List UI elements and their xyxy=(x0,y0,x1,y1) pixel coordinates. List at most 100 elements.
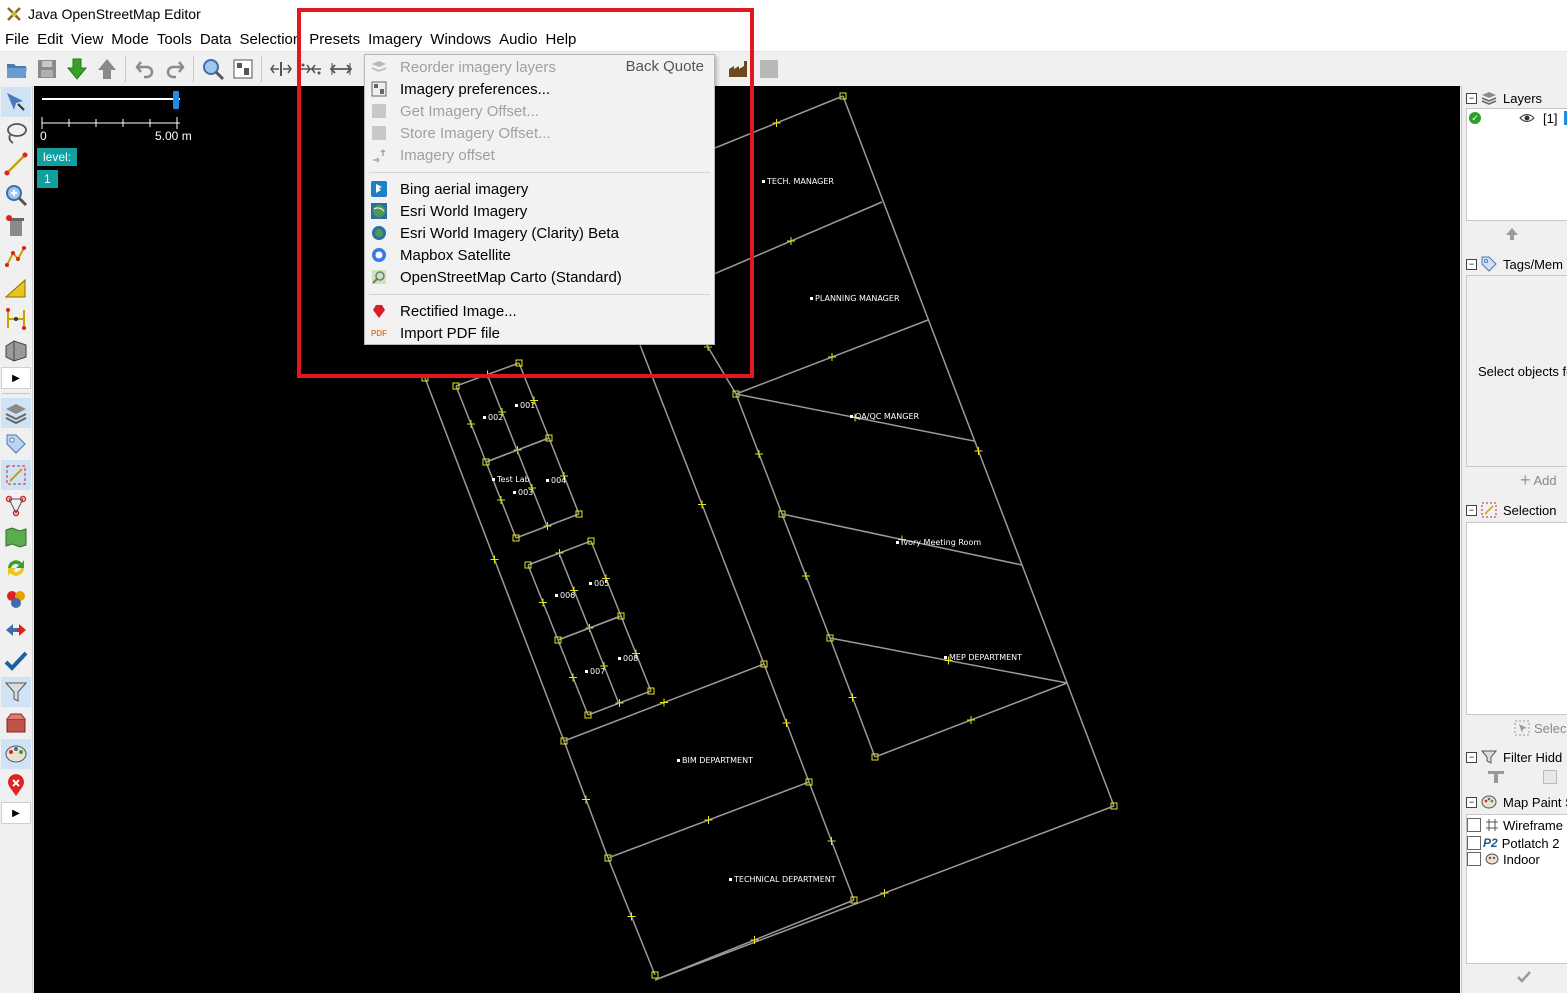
virtual-node-marker[interactable] xyxy=(497,496,505,504)
virtual-node-marker[interactable] xyxy=(772,119,781,127)
layers-toggle-icon[interactable] xyxy=(1,398,31,428)
preset-placeholder-icon[interactable] xyxy=(754,54,784,84)
save-icon[interactable] xyxy=(32,54,62,84)
validation-toggle-icon[interactable] xyxy=(1,646,31,676)
filter-panel-header[interactable]: − Filter Hidd xyxy=(1466,747,1562,767)
collapse-icon[interactable]: − xyxy=(1466,751,1477,763)
improve-way-icon[interactable] xyxy=(1,304,31,334)
room-label: BIM DEPARTMENT xyxy=(677,756,753,765)
virtual-node-marker[interactable] xyxy=(627,912,636,921)
relation-list-toggle-icon[interactable] xyxy=(1,491,31,521)
menu-edit[interactable]: Edit xyxy=(34,28,68,52)
lasso-icon[interactable] xyxy=(1,118,31,148)
layer-visibility-eye-icon[interactable] xyxy=(1519,111,1535,128)
map-paint-toggle-icon[interactable] xyxy=(1,739,31,769)
layers-panel-header[interactable]: − Layers xyxy=(1466,88,1542,108)
layers-move-up-button[interactable] xyxy=(1466,223,1567,245)
style-row-indoor[interactable]: Indoor xyxy=(1467,851,1540,867)
collapse-icon[interactable]: − xyxy=(1466,92,1477,104)
collapse-icon[interactable]: − xyxy=(1466,796,1477,808)
collapse-icon[interactable]: − xyxy=(1466,258,1477,270)
virtual-node-marker[interactable] xyxy=(569,673,577,682)
mappaint-apply-button[interactable] xyxy=(1466,966,1567,988)
expand-modes-arrow-icon[interactable]: ▶ xyxy=(1,367,31,389)
tag-icon xyxy=(1481,256,1497,272)
selection-list[interactable] xyxy=(1466,522,1567,715)
virtual-node-marker[interactable] xyxy=(848,693,857,702)
virtual-node-marker[interactable] xyxy=(755,450,763,458)
zoom-mode-icon[interactable] xyxy=(1,180,31,210)
virtual-node-marker[interactable] xyxy=(787,237,795,245)
menu-data[interactable]: Data xyxy=(197,28,237,52)
tags-empty-message: Select objects fo xyxy=(1478,364,1567,379)
style-checkbox[interactable] xyxy=(1467,852,1481,866)
menu-file[interactable]: File xyxy=(2,28,34,52)
measurement-icon[interactable] xyxy=(1,273,31,303)
virtual-node-marker[interactable] xyxy=(802,572,810,580)
selection-select-button[interactable]: Selec xyxy=(1466,717,1567,739)
style-checkbox[interactable] xyxy=(1467,836,1481,850)
selection-list-toggle-icon[interactable] xyxy=(1,460,31,490)
layer-active-check-icon[interactable]: ✓ xyxy=(1469,112,1481,124)
virtual-node-marker[interactable] xyxy=(582,795,590,804)
changeset-toggle-icon[interactable] xyxy=(1,708,31,738)
split-way-icon[interactable] xyxy=(266,54,296,84)
map-toggle-icon[interactable] xyxy=(1,522,31,552)
delete-mode-icon[interactable] xyxy=(1,211,31,241)
select-mode-icon[interactable] xyxy=(1,87,31,117)
style-row-potlatch[interactable]: P2 Potlatch 2 xyxy=(1467,835,1560,851)
expand-toggles-arrow-icon[interactable]: ▶ xyxy=(1,802,31,824)
collapse-icon[interactable]: − xyxy=(1466,504,1477,516)
room-label: MEP DEPARTMENT xyxy=(944,653,1022,662)
menu-tools[interactable]: Tools xyxy=(154,28,197,52)
virtual-node-marker[interactable] xyxy=(698,500,706,509)
menu-view[interactable]: View xyxy=(68,28,108,52)
virtual-node-marker[interactable] xyxy=(974,447,983,455)
open-file-icon[interactable] xyxy=(2,54,32,84)
download-icon[interactable] xyxy=(62,54,92,84)
virtual-node-marker[interactable] xyxy=(660,698,668,707)
zoom-to-selection-icon[interactable] xyxy=(228,54,258,84)
virtual-node-marker[interactable] xyxy=(827,837,836,845)
zoom-icon[interactable] xyxy=(198,54,228,84)
tags-add-button[interactable]: + Add xyxy=(1466,469,1567,491)
virtual-node-marker[interactable] xyxy=(828,353,836,361)
conflict-toggle-icon[interactable] xyxy=(1,553,31,583)
virtual-node-marker[interactable] xyxy=(543,522,552,530)
upload-icon[interactable] xyxy=(92,54,122,84)
virtual-node-marker[interactable] xyxy=(880,889,889,897)
room-label: 006 xyxy=(555,591,575,600)
parallel-way-icon[interactable] xyxy=(1,242,31,272)
command-stack-toggle-icon[interactable] xyxy=(1,615,31,645)
tags-toggle-icon[interactable] xyxy=(1,429,31,459)
room-label: 005 xyxy=(589,579,609,588)
toolbar-divider xyxy=(2,393,30,394)
virtual-node-marker[interactable] xyxy=(467,420,475,428)
layers-list[interactable]: ✓ [1] xyxy=(1466,108,1567,221)
virtual-node-marker[interactable] xyxy=(539,598,547,607)
draw-nodes-icon[interactable] xyxy=(1,149,31,179)
building-tool-icon[interactable] xyxy=(1,335,31,365)
style-row-wireframe[interactable]: Wireframe xyxy=(1467,817,1563,833)
level-value-button[interactable]: 1 xyxy=(37,170,58,188)
filter-toggle-icon[interactable] xyxy=(1,677,31,707)
mappaint-panel-header[interactable]: − Map Paint S xyxy=(1466,792,1567,812)
menu-mode[interactable]: Mode xyxy=(108,28,154,52)
filter-tool-icon[interactable] xyxy=(1486,769,1506,785)
menu-bar: File Edit View Mode Tools Data Selection… xyxy=(0,28,1567,52)
virtual-node-marker[interactable] xyxy=(782,719,791,727)
tags-panel-header[interactable]: − Tags/Mem xyxy=(1466,254,1563,274)
style-checkbox[interactable] xyxy=(1467,818,1481,832)
redo-icon[interactable] xyxy=(160,54,190,84)
notes-toggle-icon[interactable] xyxy=(1,770,31,800)
layer-name[interactable]: [1] xyxy=(1543,111,1557,126)
style-label: Wireframe xyxy=(1503,817,1563,833)
virtual-node-marker[interactable] xyxy=(967,716,975,724)
selection-panel-header[interactable]: − Selection xyxy=(1466,500,1556,520)
menu-selection[interactable]: Selection xyxy=(237,28,307,52)
filter-option-button[interactable] xyxy=(1543,770,1557,784)
authors-toggle-icon[interactable] xyxy=(1,584,31,614)
virtual-node-marker[interactable] xyxy=(704,816,713,824)
undo-icon[interactable] xyxy=(130,54,160,84)
virtual-node-marker[interactable] xyxy=(490,555,499,564)
